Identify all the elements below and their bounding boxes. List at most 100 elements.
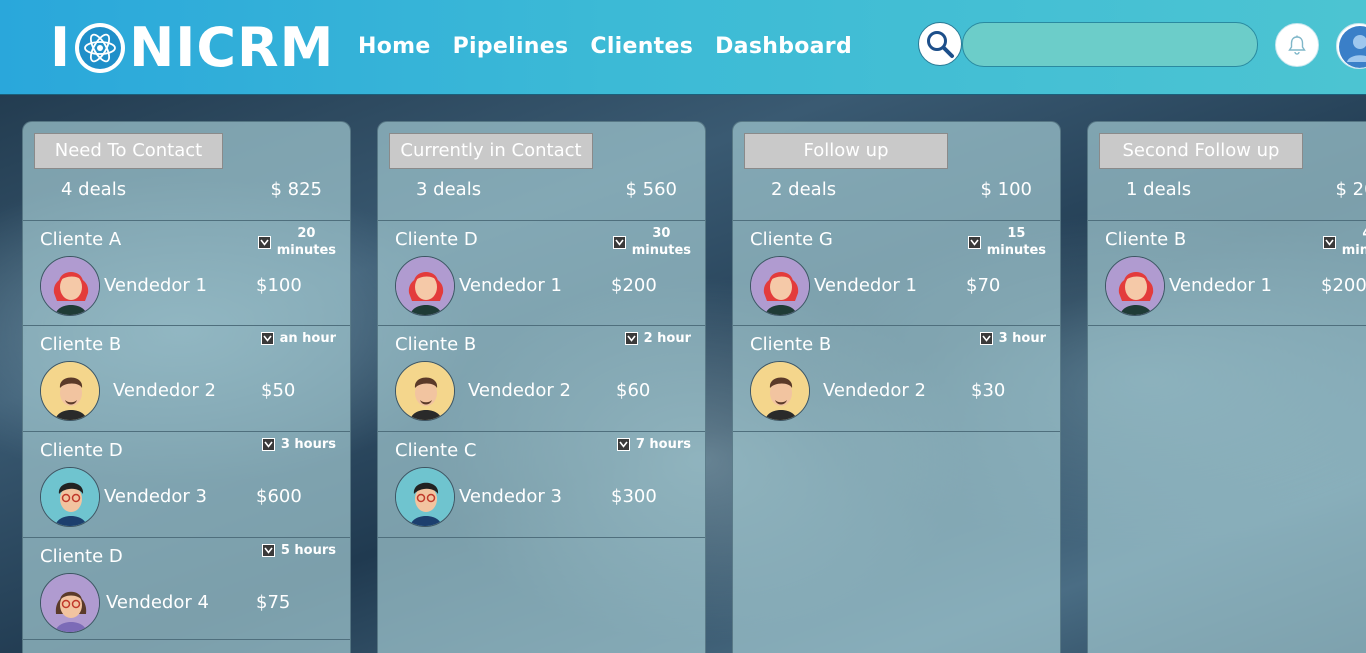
deal-card[interactable]: Cliente C 7 hours Vendedor 3 $300 [378, 432, 705, 538]
deal-seller-name: Vendedor 1 [1169, 275, 1272, 296]
deal-client-name: Cliente B [1105, 229, 1187, 250]
bell-icon [1288, 35, 1306, 55]
deal-seller-name: Vendedor 4 [106, 592, 209, 613]
checkbox-icon[interactable] [261, 544, 275, 557]
deal-value: $30 [971, 380, 1006, 401]
deal-value: $200 [611, 275, 657, 296]
woman-glasses-avatar [40, 573, 100, 633]
deal-value: $100 [256, 275, 302, 296]
pipeline-column: Need To Contact 4 deals $ 825 Cliente A 20 m… [22, 121, 351, 653]
deal-value: $50 [261, 380, 296, 401]
search-button[interactable] [918, 22, 962, 66]
search-input[interactable] [962, 22, 1258, 67]
checkbox-icon[interactable] [979, 332, 993, 345]
deal-card[interactable]: Cliente B 2 hour Vendedor 2 $60 [378, 326, 705, 432]
man-beard-avatar [395, 361, 455, 421]
deal-client-name: Cliente C [395, 440, 477, 461]
atom-icon [75, 23, 126, 73]
man-beard-avatar [750, 361, 810, 421]
deal-time-label: 7 hours [635, 437, 691, 452]
checkbox-icon[interactable] [1322, 235, 1336, 249]
deal-time: 40 minutes [1322, 225, 1366, 259]
column-title-button[interactable]: Follow up [744, 133, 948, 169]
deal-value: $600 [256, 486, 302, 507]
deal-seller-name: Vendedor 3 [104, 486, 207, 507]
checkbox-icon[interactable] [257, 235, 271, 249]
deal-value: $70 [966, 275, 1001, 296]
deal-seller-name: Vendedor 2 [823, 380, 926, 401]
deal-card[interactable]: Cliente B an hour Vendedor 2 $50 [23, 326, 350, 432]
deal-seller-name: Vendedor 1 [459, 275, 562, 296]
deal-seller-name: Vendedor 3 [459, 486, 562, 507]
column-title-button[interactable]: Second Follow up [1099, 133, 1303, 169]
column-title-button[interactable]: Need To Contact [34, 133, 223, 169]
pipeline-column: Follow up 2 deals $ 100 Cliente G 15 minutes… [732, 121, 1061, 653]
deal-value: $200 [1321, 275, 1366, 296]
deal-time-label: an hour [279, 331, 336, 346]
deal-time-label: 5 hours [280, 543, 336, 558]
logo-prefix: I [50, 16, 72, 79]
deal-count: 3 deals [416, 179, 482, 200]
deal-count: 4 deals [61, 179, 127, 200]
deal-time-label: 15 minutes [986, 226, 1046, 258]
deal-time-label: 20 minutes [276, 226, 336, 258]
checkbox-icon[interactable] [616, 438, 630, 451]
column-title-button[interactable]: Currently in Contact [389, 133, 593, 169]
nav-pipelines[interactable]: Pipelines [453, 34, 569, 59]
deal-time-label: 40 minutes [1341, 226, 1366, 258]
column-total-value: $ 560 [625, 179, 677, 200]
notifications-button[interactable] [1275, 23, 1319, 67]
deal-card[interactable]: Cliente A 20 minutes Vendedor 1 $100 [23, 221, 350, 326]
deal-card[interactable]: Cliente D 5 hours Vendedor 4 $75 [23, 538, 350, 640]
deal-value: $300 [611, 486, 657, 507]
deal-card[interactable]: Cliente B 3 hour Vendedor 2 $30 [733, 326, 1060, 432]
nav-clientes[interactable]: Clientes [590, 34, 693, 59]
nav-dashboard[interactable]: Dashboard [715, 34, 852, 59]
woman-red-hair-avatar [750, 256, 810, 316]
woman-red-hair-avatar [1105, 256, 1165, 316]
deal-seller-name: Vendedor 1 [814, 275, 917, 296]
pipeline-column: Currently in Contact 3 deals $ 560 Cliente … [377, 121, 706, 653]
deal-seller-name: Vendedor 2 [113, 380, 216, 401]
deal-time: 5 hours [261, 542, 336, 559]
deal-count: 2 deals [771, 179, 837, 200]
deal-time: an hour [260, 330, 336, 347]
column-total-value: $ 825 [270, 179, 322, 200]
checkbox-icon[interactable] [612, 235, 626, 249]
deal-seller-name: Vendedor 1 [104, 275, 207, 296]
deal-time-label: 3 hours [280, 437, 336, 452]
man-glasses-avatar [395, 467, 455, 527]
search-icon [927, 31, 954, 58]
deal-client-name: Cliente B [40, 334, 122, 355]
deal-time: 7 hours [616, 436, 691, 453]
man-beard-avatar [40, 361, 100, 421]
checkbox-icon[interactable] [260, 332, 274, 345]
deal-client-name: Cliente B [750, 334, 832, 355]
column-total-value: $ 100 [980, 179, 1032, 200]
deal-client-name: Cliente D [395, 229, 478, 250]
deal-value: $75 [256, 592, 291, 613]
pipeline-board: Need To Contact 4 deals $ 825 Cliente A 20 m… [0, 96, 1366, 653]
deal-count: 1 deals [1126, 179, 1192, 200]
deal-time: 30 minutes [612, 225, 691, 259]
deal-time-label: 3 hour [998, 331, 1046, 346]
deal-client-name: Cliente D [40, 440, 123, 461]
deal-seller-name: Vendedor 2 [468, 380, 571, 401]
deal-client-name: Cliente B [395, 334, 477, 355]
pipeline-column: Second Follow up 1 deals $ 200 Cliente B 40 … [1087, 121, 1366, 653]
checkbox-icon[interactable] [624, 332, 638, 345]
checkbox-icon[interactable] [967, 235, 981, 249]
deal-time-label: 30 minutes [631, 226, 691, 258]
deal-card[interactable]: Cliente B 40 minutes Vendedor 1 $200 [1088, 221, 1366, 326]
deal-client-name: Cliente A [40, 229, 122, 250]
deal-value: $60 [616, 380, 651, 401]
deal-client-name: Cliente G [750, 229, 833, 250]
main-nav: Home Pipelines Clientes Dashboard [358, 34, 852, 59]
deal-card[interactable]: Cliente D 30 minutes Vendedor 1 $200 [378, 221, 705, 326]
app-logo[interactable]: I NICRM [50, 18, 334, 78]
user-avatar-icon[interactable] [1336, 23, 1366, 69]
deal-card[interactable]: Cliente G 15 minutes Vendedor 1 $70 [733, 221, 1060, 326]
nav-home[interactable]: Home [358, 34, 431, 59]
checkbox-icon[interactable] [261, 438, 275, 451]
deal-card[interactable]: Cliente D 3 hours Vendedor 3 $600 [23, 432, 350, 538]
